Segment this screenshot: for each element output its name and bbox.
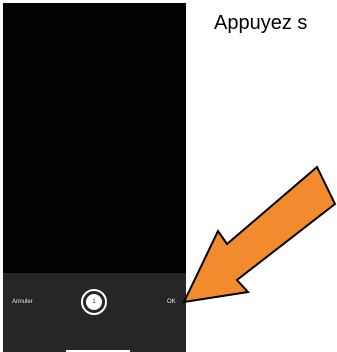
arrow-down-left-icon [182,165,337,304]
page: Appuyez s Annuler 1 OK [0,0,337,352]
pointer-arrow-shape [182,165,337,304]
